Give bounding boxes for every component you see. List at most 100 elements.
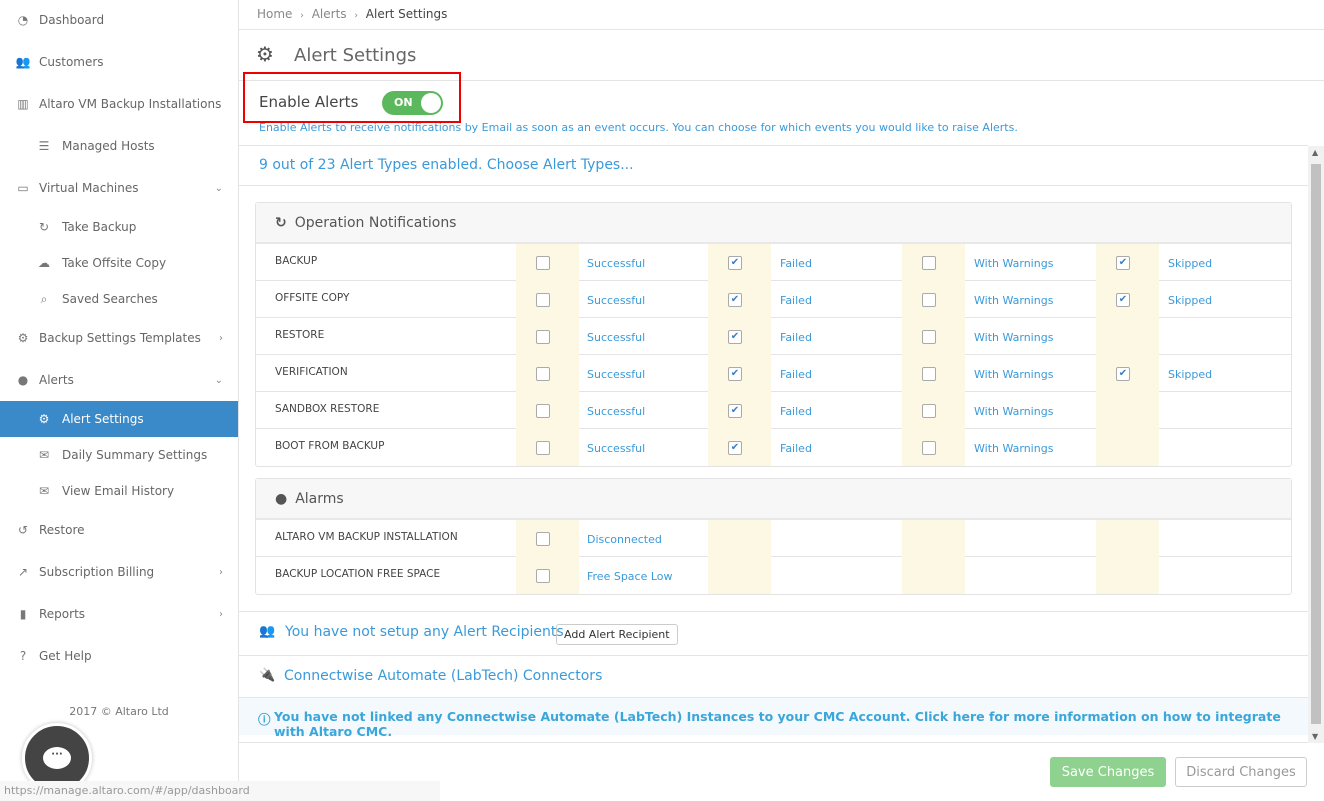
sidebar-item-label: Customers [39,55,104,69]
alert-checkbox[interactable] [922,441,936,455]
row-label: OFFSITE COPY [275,292,349,304]
option-label[interactable]: With Warnings [974,331,1053,344]
checkbox-cell [902,318,965,355]
sidebar-item-alerts[interactable]: ●Alerts⌄ [0,362,238,398]
sidebar-item-subscription-billing[interactable]: ↗Subscription Billing› [0,554,238,590]
option-label[interactable]: Failed [780,331,812,344]
alert-checkbox[interactable]: ✔ [728,293,742,307]
alert-checkbox[interactable] [536,569,550,583]
scrollbar[interactable]: ▲ ▼ [1308,146,1324,743]
enable-alerts-label: Enable Alerts [259,93,358,111]
alert-checkbox[interactable]: ✔ [728,404,742,418]
operation-notifications-card: ↻Operation Notifications BACKUPSuccessfu… [255,202,1292,467]
option-label[interactable]: Skipped [1168,294,1212,307]
alert-checkbox[interactable] [536,256,550,270]
row-label: ALTARO VM BACKUP INSTALLATION [275,531,458,543]
choose-alert-types-link[interactable]: 9 out of 23 Alert Types enabled. Choose … [259,157,634,173]
alert-checkbox[interactable] [536,330,550,344]
sidebar-item-daily-summary-settings[interactable]: ✉Daily Summary Settings [0,437,238,473]
sidebar-item-altaro-vm-backup-installations[interactable]: ▥Altaro VM Backup Installations [0,86,238,122]
enable-alerts-toggle[interactable]: ON [382,91,443,115]
option-label[interactable]: Failed [780,294,812,307]
card-title: Alarms [295,491,344,507]
option-label[interactable]: With Warnings [974,257,1053,270]
envelope-open-icon: ✉ [36,484,52,498]
sidebar-item-take-offsite-copy[interactable]: ☁Take Offsite Copy [0,245,238,281]
option-label[interactable]: Free Space Low [587,570,673,583]
sidebar-item-label: Backup Settings Templates [39,331,201,345]
save-changes-button[interactable]: Save Changes [1050,757,1166,787]
row-label: BACKUP LOCATION FREE SPACE [275,568,440,580]
table-row: BACKUP LOCATION FREE SPACE Free Space Low [256,557,1291,594]
add-alert-recipient-button[interactable]: Add Alert Recipient [556,624,678,645]
sidebar-item-alert-settings[interactable]: ⚙Alert Settings [0,401,238,437]
sidebar-item-take-backup[interactable]: ↻Take Backup [0,209,238,245]
sidebar: ◔Dashboard 👥Customers ▥Altaro VM Backup In… [0,0,239,801]
chat-icon: ··· [43,747,71,769]
option-label[interactable]: Successful [587,442,645,455]
sidebar-item-reports[interactable]: ▮Reports› [0,596,238,632]
option-label[interactable]: With Warnings [974,368,1053,381]
alert-checkbox[interactable]: ✔ [728,441,742,455]
checkbox-cell [516,244,579,281]
refresh-icon: ↻ [36,220,52,234]
option-label[interactable]: Disconnected [587,533,662,546]
alert-checkbox[interactable]: ✔ [728,367,742,381]
sidebar-item-virtual-machines[interactable]: ▭Virtual Machines⌄ [0,170,238,206]
alert-checkbox[interactable] [922,330,936,344]
breadcrumb-alerts[interactable]: Alerts [312,7,347,21]
option-label[interactable]: Failed [780,257,812,270]
discard-changes-button[interactable]: Discard Changes [1175,757,1307,787]
alert-checkbox[interactable] [536,441,550,455]
alert-checkbox[interactable] [922,404,936,418]
alert-checkbox[interactable]: ✔ [1116,293,1130,307]
checkbox-cell [708,557,771,594]
connectors-info[interactable]: ⓘ You have not linked any Connectwise Au… [239,697,1308,735]
option-label[interactable]: Successful [587,405,645,418]
option-label[interactable]: Failed [780,442,812,455]
scroll-up-icon[interactable]: ▲ [1312,148,1318,157]
alert-checkbox[interactable]: ✔ [1116,367,1130,381]
checkbox-cell [516,520,579,557]
sidebar-item-get-help[interactable]: ?Get Help [0,638,238,674]
option-label[interactable]: With Warnings [974,442,1053,455]
option-label[interactable]: Skipped [1168,257,1212,270]
alert-checkbox[interactable]: ✔ [1116,256,1130,270]
sidebar-item-backup-settings-templates[interactable]: ⚙Backup Settings Templates› [0,320,238,356]
checkbox-cell [516,557,579,594]
alert-checkbox[interactable] [536,293,550,307]
building-icon: ▥ [15,97,31,111]
option-label[interactable]: Failed [780,405,812,418]
alert-checkbox[interactable]: ✔ [728,330,742,344]
scroll-down-icon[interactable]: ▼ [1312,732,1318,741]
alert-checkbox[interactable] [922,367,936,381]
option-label[interactable]: Successful [587,294,645,307]
checkbox-cell [902,281,965,318]
scrollbar-thumb[interactable] [1311,164,1321,724]
alert-checkbox[interactable] [536,532,550,546]
option-label[interactable]: Successful [587,257,645,270]
sidebar-item-managed-hosts[interactable]: ☰Managed Hosts [0,128,238,164]
sidebar-item-customers[interactable]: 👥Customers [0,44,238,80]
alert-checkbox[interactable] [536,367,550,381]
alert-checkbox[interactable] [922,293,936,307]
alert-checkbox[interactable] [922,256,936,270]
alert-checkbox[interactable]: ✔ [728,256,742,270]
sidebar-item-label: Get Help [39,649,92,663]
option-label[interactable]: Successful [587,331,645,344]
option-label[interactable]: With Warnings [974,405,1053,418]
option-label[interactable]: Failed [780,368,812,381]
breadcrumb-home[interactable]: Home [257,7,292,21]
table-row: ALTARO VM BACKUP INSTALLATION Disconnecte… [256,520,1291,557]
card-title: Operation Notifications [295,215,457,231]
sidebar-item-dashboard[interactable]: ◔Dashboard [0,2,238,38]
breadcrumb: Home › Alerts › Alert Settings [257,7,447,21]
sidebar-item-view-email-history[interactable]: ✉View Email History [0,473,238,509]
sidebar-item-saved-searches[interactable]: ⌕Saved Searches [0,281,238,317]
alert-checkbox[interactable] [536,404,550,418]
option-label[interactable]: Skipped [1168,368,1212,381]
option-label[interactable]: With Warnings [974,294,1053,307]
option-label[interactable]: Successful [587,368,645,381]
list-icon: ☰ [36,139,52,153]
sidebar-item-restore[interactable]: ↺Restore [0,512,238,548]
